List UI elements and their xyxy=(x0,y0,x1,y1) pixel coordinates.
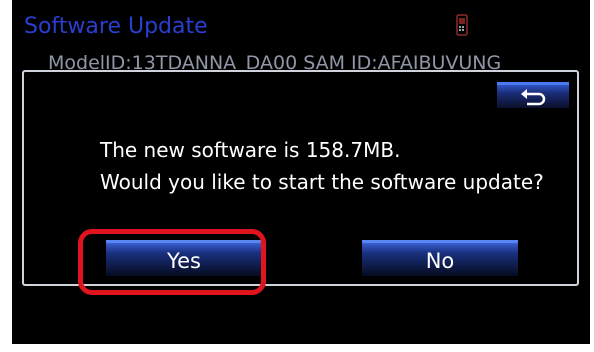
back-button[interactable] xyxy=(497,82,569,108)
update-confirm-dialog: The new software is 158.7MB. Would you l… xyxy=(22,70,579,286)
return-arrow-icon xyxy=(521,89,546,106)
head-unit-screen: Software Update ModelID:13TDANNA_DA00 SA… xyxy=(12,0,590,344)
message-line-question: Would you like to start the software upd… xyxy=(100,170,544,194)
page-title: Software Update xyxy=(24,14,208,39)
dialog-message: The new software is 158.7MB. Would you l… xyxy=(100,134,544,198)
yes-button[interactable]: Yes xyxy=(106,240,262,276)
phone-icon xyxy=(456,14,468,36)
message-line-size: The new software is 158.7MB. xyxy=(100,138,401,162)
no-button[interactable]: No xyxy=(362,240,518,276)
